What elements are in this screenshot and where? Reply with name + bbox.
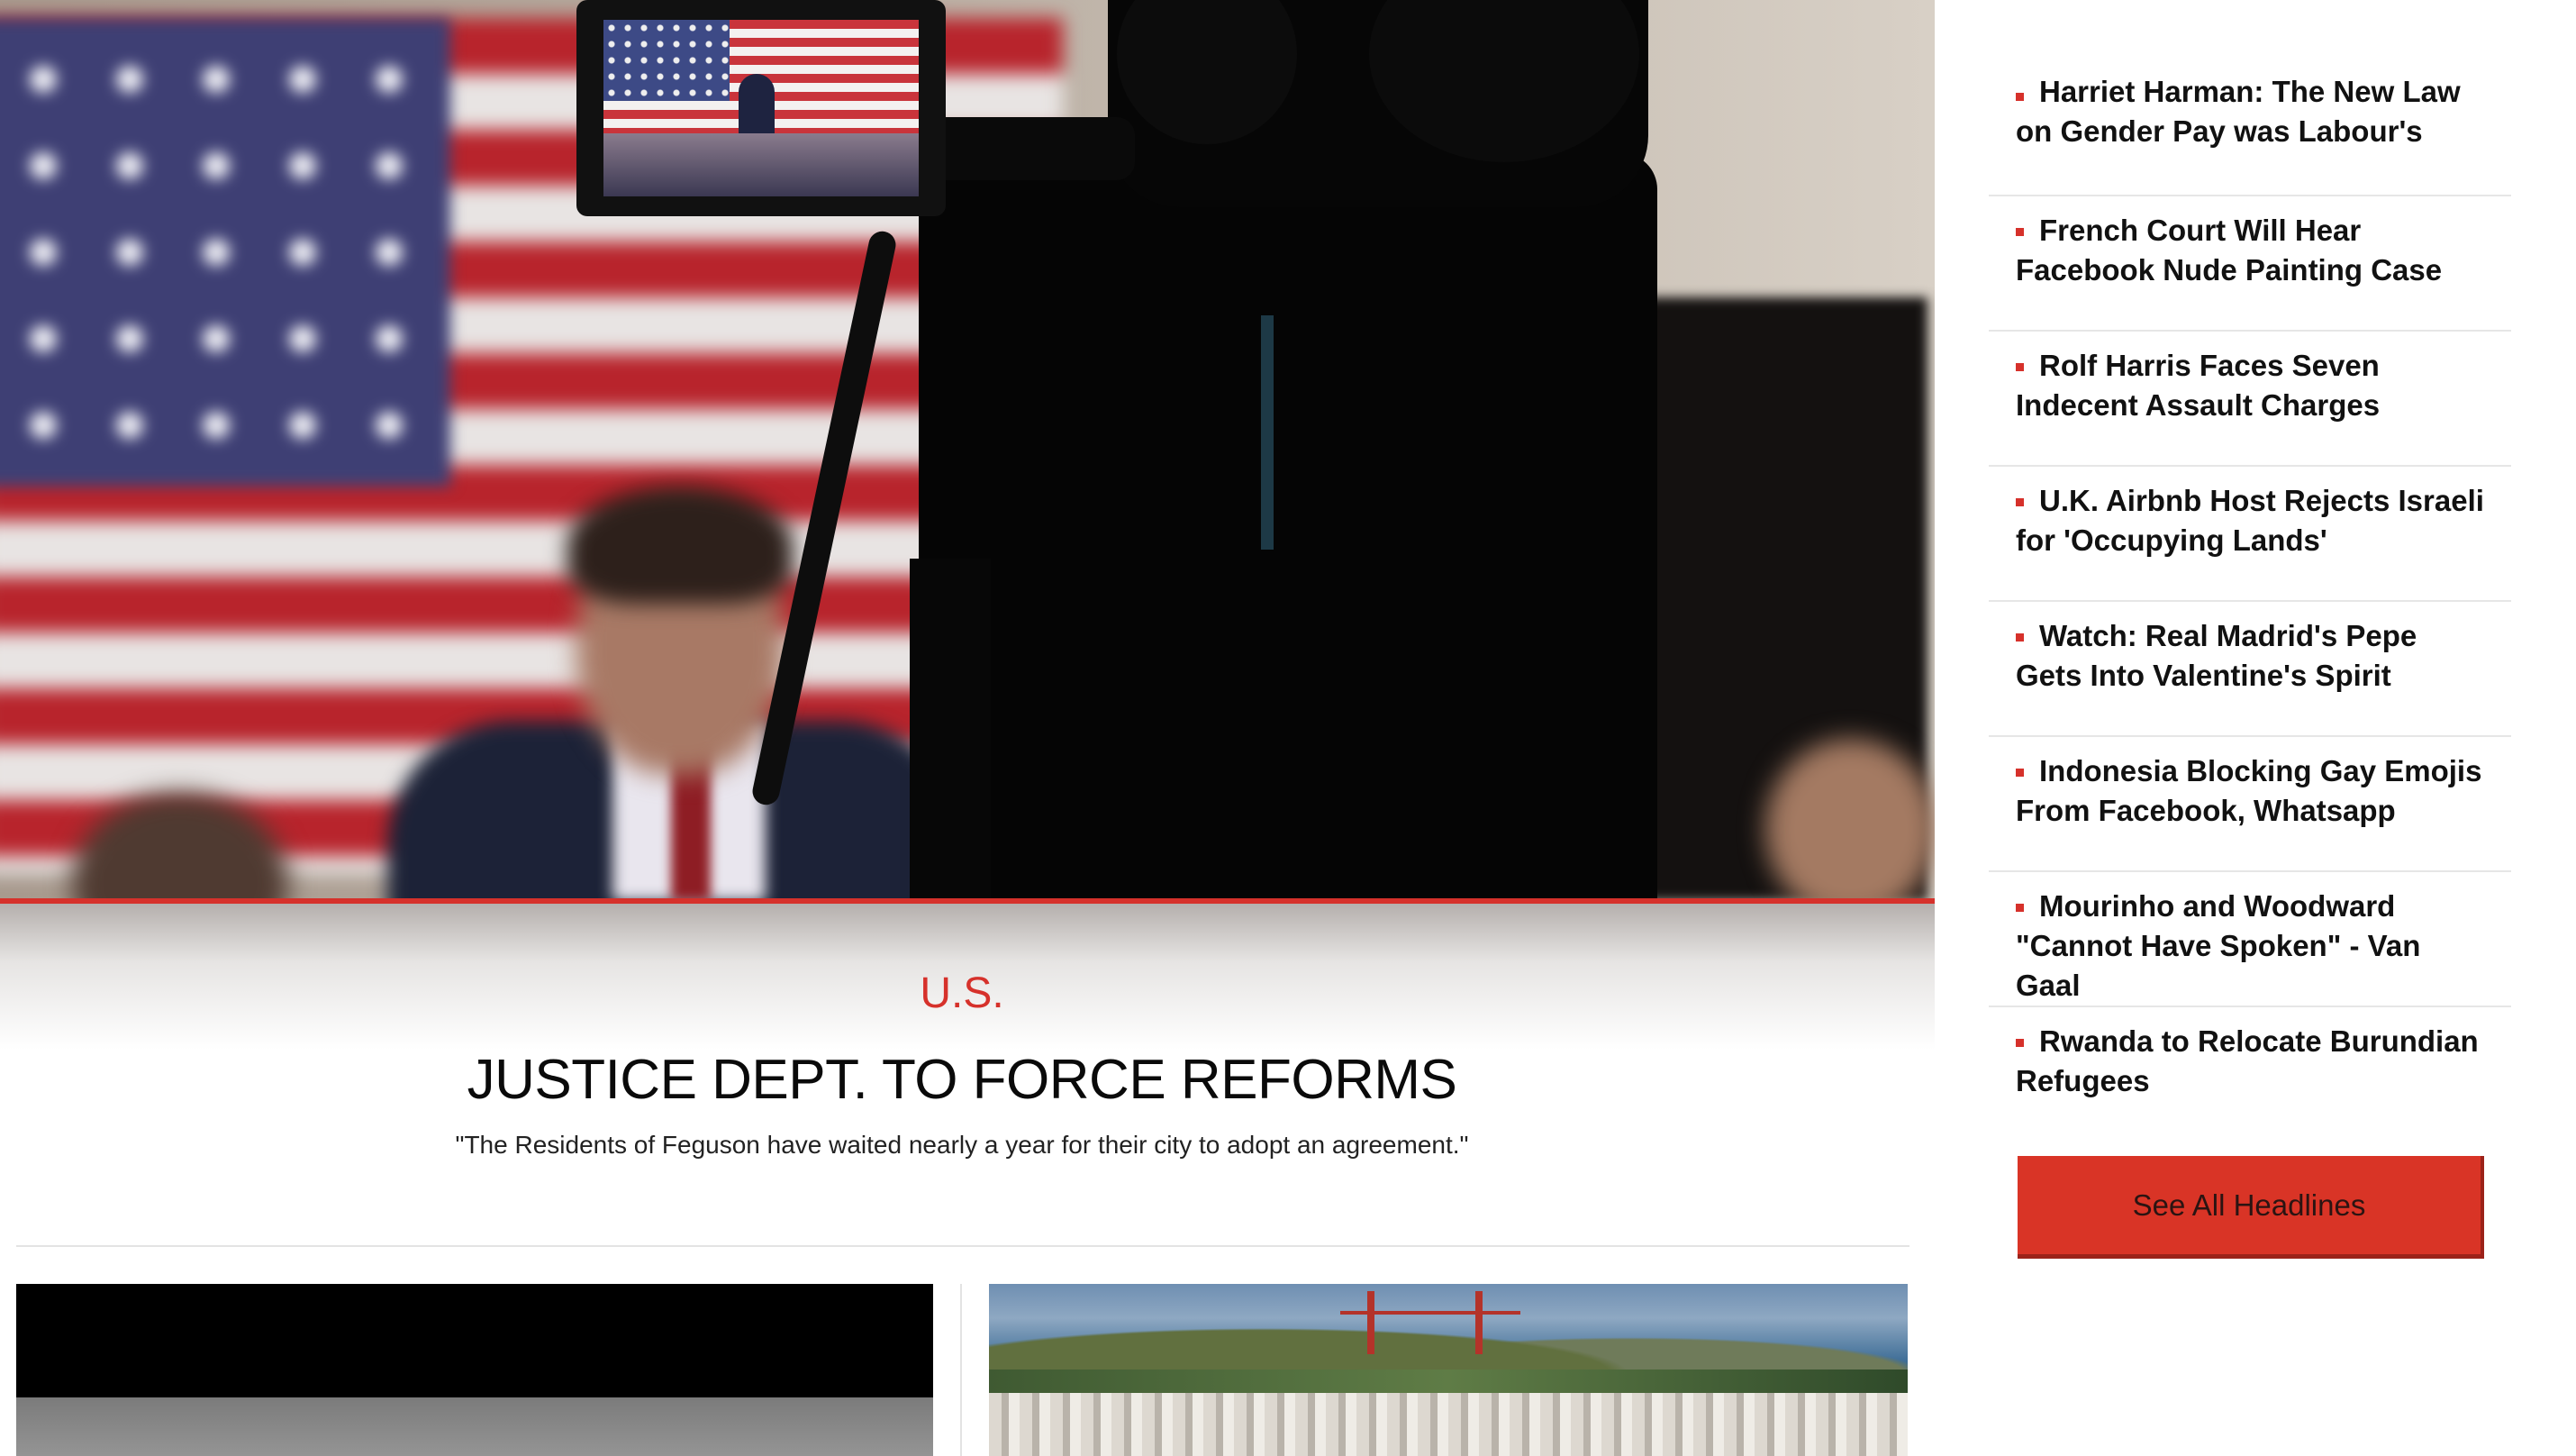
hero-dek: "The Residents of Feguson have waited ne… bbox=[455, 1131, 1469, 1159]
headline-item[interactable]: Watch: Real Madrid's Pepe Gets Into Vale… bbox=[1989, 602, 2511, 737]
headline-link[interactable]: Rwanda to Relocate Burundian Refugees bbox=[2016, 1022, 2490, 1101]
story-card-image[interactable] bbox=[989, 1284, 1908, 1456]
flag-canton bbox=[0, 18, 450, 487]
card-image-content bbox=[16, 1397, 933, 1456]
bullet-icon bbox=[2016, 93, 2024, 101]
bullet-icon bbox=[2016, 904, 2024, 912]
bullet-icon bbox=[2016, 1039, 2024, 1047]
headline-link[interactable]: French Court Will Hear Facebook Nude Pai… bbox=[2016, 211, 2490, 290]
headline-item[interactable]: French Court Will Hear Facebook Nude Pai… bbox=[1989, 196, 2511, 332]
card-divider bbox=[960, 1284, 962, 1456]
bullet-icon bbox=[2016, 498, 2024, 506]
photo-crowd bbox=[1765, 739, 1935, 901]
section-divider bbox=[16, 1245, 1909, 1247]
golden-gate-bridge bbox=[1340, 1291, 1520, 1365]
headline-link[interactable]: Rolf Harris Faces Seven Indecent Assault… bbox=[2016, 346, 2490, 425]
hero-story[interactable] bbox=[0, 0, 1935, 1050]
headlines-list: Harriet Harman: The New Law on Gender Pa… bbox=[1989, 61, 2511, 1142]
headline-link[interactable]: Watch: Real Madrid's Pepe Gets Into Vale… bbox=[2016, 616, 2490, 696]
monitor-screen bbox=[603, 20, 919, 196]
headline-link[interactable]: Mourinho and Woodward "Cannot Have Spoke… bbox=[2016, 887, 2490, 1006]
headline-item[interactable]: Mourinho and Woodward "Cannot Have Spoke… bbox=[1989, 872, 2511, 1007]
headline-item[interactable]: U.K. Airbnb Host Rejects Israeli for 'Oc… bbox=[1989, 467, 2511, 602]
camera-handle bbox=[1261, 315, 1274, 550]
camera-monitor bbox=[576, 0, 946, 216]
bullet-icon bbox=[2016, 633, 2024, 642]
camera-leg bbox=[910, 559, 991, 901]
speaker-hair bbox=[567, 487, 793, 604]
hero-image[interactable] bbox=[0, 0, 1935, 901]
monitor-flag-canton bbox=[603, 20, 730, 101]
headline-item[interactable]: Harriet Harman: The New Law on Gender Pa… bbox=[1989, 61, 2511, 196]
see-all-headlines-button[interactable]: See All Headlines bbox=[2018, 1156, 2484, 1259]
headline-item[interactable]: Indonesia Blocking Gay Emojis From Faceb… bbox=[1989, 737, 2511, 872]
landscape-city bbox=[989, 1393, 1908, 1456]
monitor-crowd bbox=[603, 133, 919, 196]
camera-body bbox=[919, 153, 1657, 901]
headline-item[interactable]: Rolf Harris Faces Seven Indecent Assault… bbox=[1989, 332, 2511, 467]
bullet-icon bbox=[2016, 363, 2024, 371]
headlines-sidebar: Harriet Harman: The New Law on Gender Pa… bbox=[1989, 0, 2511, 1456]
headline-link[interactable]: U.K. Airbnb Host Rejects Israeli for 'Oc… bbox=[2016, 481, 2490, 560]
headline-link[interactable]: Harriet Harman: The New Law on Gender Pa… bbox=[2016, 72, 2490, 151]
hero-category-link[interactable]: U.S. bbox=[0, 969, 1924, 1018]
headline-item[interactable]: Rwanda to Relocate Burundian Refugees bbox=[1989, 1007, 2511, 1142]
headline-link[interactable]: Indonesia Blocking Gay Emojis From Faceb… bbox=[2016, 751, 2490, 831]
hero-headline[interactable]: JUSTICE DEPT. TO FORCE REFORMS bbox=[0, 1048, 1924, 1112]
bullet-icon bbox=[2016, 228, 2024, 236]
story-card-image[interactable] bbox=[16, 1284, 933, 1456]
bullet-icon bbox=[2016, 769, 2024, 777]
